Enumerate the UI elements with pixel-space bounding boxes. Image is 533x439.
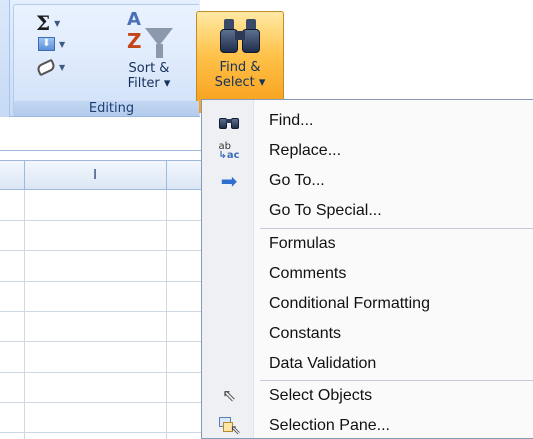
column-header[interactable]: I: [25, 161, 165, 191]
menu-item-label: Select Objects: [269, 387, 373, 404]
menu-item-goto-special[interactable]: Go To Special...: [202, 196, 533, 226]
menu-item-selection-pane[interactable]: ⇖ Selection Pane...: [202, 411, 533, 439]
find-select-button[interactable]: Find & Select ▾: [196, 11, 284, 99]
formula-bar-area: [0, 117, 205, 151]
sigma-icon: Σ: [36, 11, 51, 35]
replace-icon: ab ↳ac: [218, 141, 240, 161]
fill-button[interactable]: ⬇ ▼: [38, 37, 65, 51]
menu-item-replace[interactable]: ab ↳ac Replace...: [202, 136, 533, 166]
menu-item-goto[interactable]: ➡ Go To...: [202, 166, 533, 196]
menu-item-constants[interactable]: Constants: [202, 319, 533, 349]
menu-item-conditional-formatting[interactable]: Conditional Formatting: [202, 289, 533, 319]
menu-item-formulas[interactable]: Formulas: [202, 229, 533, 259]
sort-filter-button[interactable]: A Z Sort & Filter ▾: [104, 6, 194, 91]
menu-item-data-validation[interactable]: Data Validation: [202, 349, 533, 379]
binoculars-icon: [218, 17, 262, 53]
sort-filter-label-2: Filter ▾: [127, 76, 171, 91]
clear-button[interactable]: ▼: [35, 58, 65, 77]
menu-item-label: Selection Pane...: [269, 417, 390, 434]
find-select-menu: Find... ab ↳ac Replace... ➡ Go To... Go T…: [201, 99, 533, 439]
chevron-down-icon[interactable]: ▼: [59, 40, 65, 49]
fill-down-icon: ⬇: [38, 37, 55, 51]
menu-item-label: Go To Special...: [269, 202, 382, 219]
menu-item-comments[interactable]: Comments: [202, 259, 533, 289]
menu-item-label: Find...: [269, 112, 314, 129]
chevron-down-icon[interactable]: ▼: [54, 18, 60, 28]
menu-item-select-objects[interactable]: ⇖ Select Objects: [202, 381, 533, 411]
menu-item-label: Constants: [269, 325, 342, 342]
find-select-label-2: Select ▾: [214, 75, 266, 90]
cell-grid[interactable]: [0, 190, 205, 439]
binoculars-icon: [219, 113, 239, 129]
autosum-button[interactable]: Σ ▼: [36, 11, 60, 35]
chevron-down-icon[interactable]: ▼: [59, 63, 65, 72]
find-select-label-1: Find &: [219, 60, 261, 75]
sort-filter-icon: A Z: [117, 6, 181, 61]
menu-item-label: Conditional Formatting: [269, 295, 430, 312]
menu-item-label: Formulas: [269, 235, 336, 252]
menu-item-label: Replace...: [269, 142, 342, 159]
menu-item-find[interactable]: Find...: [202, 106, 533, 136]
cursor-arrow-icon: ⇖: [221, 386, 237, 406]
menu-item-label: Data Validation: [269, 355, 377, 372]
column-header-row: I: [0, 160, 205, 191]
group-label: Editing: [14, 101, 199, 116]
selection-pane-icon: ⇖: [219, 417, 241, 438]
ribbon-edge: [0, 0, 10, 117]
menu-item-label: Go To...: [269, 172, 325, 189]
menu-item-label: Comments: [269, 265, 347, 282]
sort-filter-label-1: Sort &: [128, 61, 170, 76]
arrow-right-icon: ➡: [220, 169, 238, 193]
